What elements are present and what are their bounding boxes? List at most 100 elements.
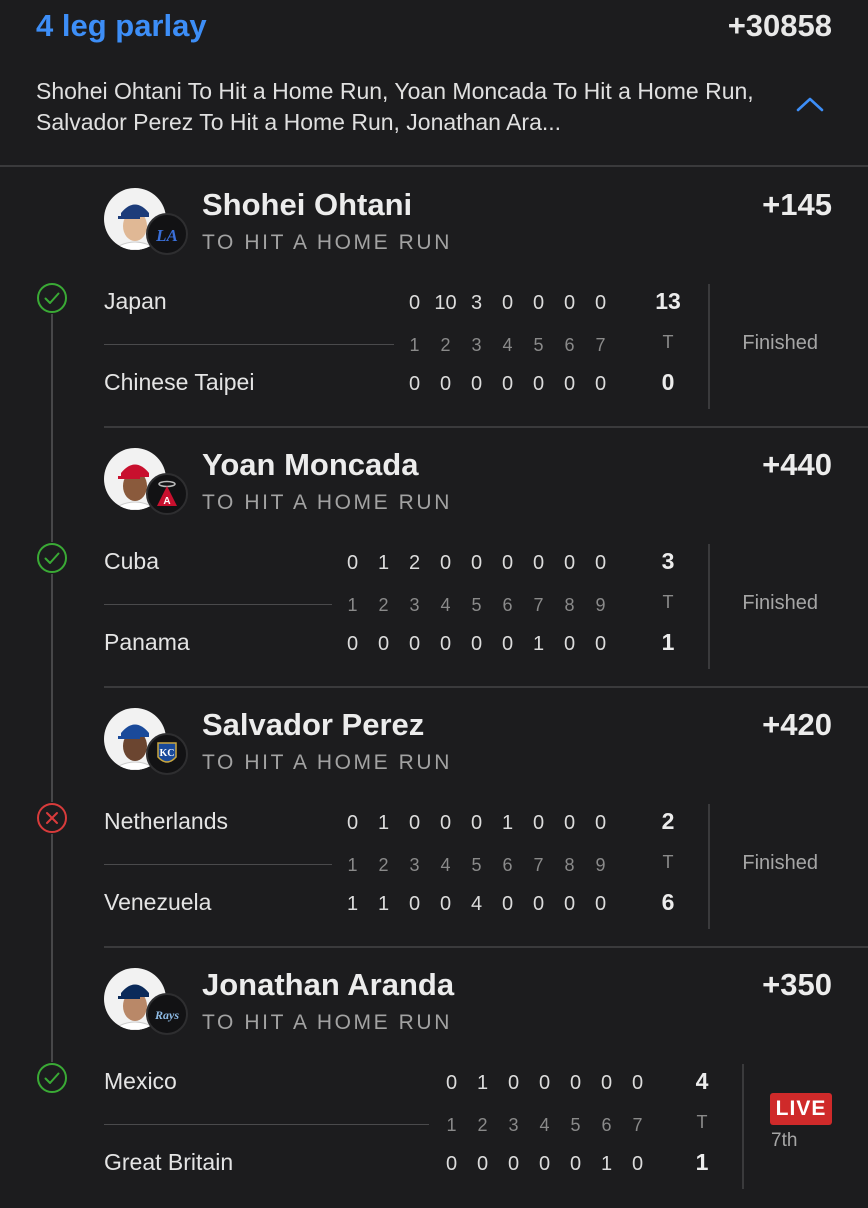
rays-logo-icon: Rays [146, 993, 188, 1035]
away-inning-score: 0 [631, 1152, 644, 1175]
inning-number: 7 [533, 854, 544, 875]
parlay-odds: +30858 [727, 8, 832, 43]
score-divider [104, 604, 332, 605]
away-inning-score: 1 [600, 1152, 613, 1175]
market-label: TO HIT A HOME RUN [202, 231, 452, 254]
game-status: Finished [742, 332, 818, 354]
home-inning-score: 0 [631, 1071, 644, 1094]
home-linescore: 0 1 0 0 0 1 0 0 0 [337, 808, 616, 838]
home-team: Japan [104, 288, 167, 314]
inning-number: 6 [502, 854, 513, 875]
home-inning-score: 0 [532, 551, 545, 574]
inning-number: 9 [595, 594, 606, 615]
home-inning-score: 1 [501, 811, 514, 834]
player-name: Yoan Moncada [202, 447, 419, 482]
away-inning-score: 0 [501, 372, 514, 395]
home-inning-score: 0 [346, 551, 359, 574]
home-inning-score: 1 [476, 1071, 489, 1094]
away-inning-score: 0 [507, 1152, 520, 1175]
home-inning-score: 2 [408, 551, 421, 574]
market-label: TO HIT A HOME RUN [202, 491, 452, 514]
svg-text:LA: LA [155, 226, 178, 245]
status-divider [708, 284, 710, 409]
player-name: Shohei Ohtani [202, 187, 413, 222]
inning-numbers: 1 2 3 4 5 6 7 8 9 [337, 590, 616, 620]
away-inning-score: 0 [346, 632, 359, 655]
home-inning-score: 0 [563, 551, 576, 574]
check-icon [36, 542, 68, 574]
leg-card[interactable]: LA Shohei Ohtani TO HIT A HOME RUN +145 … [0, 168, 868, 428]
away-inning-score: 0 [377, 632, 390, 655]
inning-number: 2 [477, 1114, 488, 1135]
home-inning-score: 0 [563, 811, 576, 834]
home-inning-score: 0 [594, 551, 607, 574]
game-status: Finished [742, 592, 818, 614]
total-label: T [662, 332, 674, 352]
header-divider [0, 165, 868, 167]
home-inning-score: 0 [439, 811, 452, 834]
home-inning-score: 1 [377, 811, 390, 834]
away-linescore: 0 0 0 0 0 0 1 0 0 [337, 629, 616, 659]
away-total: 1 [695, 1149, 709, 1175]
inning-numbers: 1 2 3 4 5 6 7 [399, 330, 616, 360]
home-linescore: 0 1 0 0 0 0 0 [436, 1068, 653, 1098]
game-status: Finished [742, 852, 818, 874]
leg-card[interactable]: Rays Jonathan Aranda TO HIT A HOME RUN +… [0, 948, 868, 1208]
away-inning-score: 0 [532, 892, 545, 915]
inning-number: 4 [440, 854, 451, 875]
chevron-up-icon[interactable] [796, 96, 824, 112]
svg-text:Rays: Rays [154, 1008, 179, 1022]
home-linescore: 0 10 3 0 0 0 0 [399, 288, 616, 318]
status-divider [708, 544, 710, 669]
total-label: T [696, 1112, 708, 1132]
inning-number: 5 [570, 1114, 581, 1135]
home-total: 2 [661, 808, 675, 834]
market-label: TO HIT A HOME RUN [202, 1011, 452, 1034]
player-name: Salvador Perez [202, 707, 425, 742]
away-total: 6 [661, 889, 675, 915]
inning-number: 3 [471, 334, 482, 355]
status-divider [742, 1064, 744, 1189]
inning-number: 2 [378, 854, 389, 875]
leg-card[interactable]: A Yoan Moncada TO HIT A HOME RUN +440 Cu… [0, 428, 868, 688]
away-inning-score: 0 [408, 892, 421, 915]
away-inning-score: 0 [501, 892, 514, 915]
score-divider [104, 344, 394, 345]
home-team: Mexico [104, 1068, 177, 1094]
total-label: T [662, 592, 674, 612]
dodgers-logo-icon: LA [146, 213, 188, 255]
svg-text:A: A [163, 496, 170, 507]
inning-number: 1 [347, 854, 358, 875]
inning-number: 1 [409, 334, 420, 355]
player-name: Jonathan Aranda [202, 967, 455, 1002]
away-team: Panama [104, 629, 190, 655]
away-team: Great Britain [104, 1149, 234, 1175]
away-inning-score: 0 [439, 892, 452, 915]
away-inning-score: 0 [594, 892, 607, 915]
away-inning-score: 0 [501, 632, 514, 655]
svg-text:KC: KC [160, 748, 175, 759]
home-inning-score: 0 [501, 551, 514, 574]
home-inning-score: 0 [569, 1071, 582, 1094]
home-inning-score: 0 [600, 1071, 613, 1094]
leg-card[interactable]: KC Salvador Perez TO HIT A HOME RUN +420… [0, 688, 868, 948]
inning-number: 3 [508, 1114, 519, 1135]
home-inning-score: 0 [501, 291, 514, 314]
leg-odds: +145 [762, 187, 832, 222]
home-inning-score: 0 [538, 1071, 551, 1094]
away-inning-score: 0 [563, 892, 576, 915]
score-divider [104, 864, 332, 865]
inning-number: 7 [533, 594, 544, 615]
away-linescore: 0 0 0 0 0 1 0 [436, 1149, 653, 1179]
away-inning-score: 0 [445, 1152, 458, 1175]
inning-number: 8 [564, 594, 575, 615]
home-inning-score: 0 [346, 811, 359, 834]
away-inning-score: 0 [538, 1152, 551, 1175]
home-inning-score: 0 [470, 551, 483, 574]
away-inning-score: 0 [470, 372, 483, 395]
home-total: 3 [661, 548, 675, 574]
away-inning-score: 1 [377, 892, 390, 915]
home-team: Netherlands [104, 808, 229, 834]
home-team: Cuba [104, 548, 159, 574]
home-inning-score: 0 [532, 291, 545, 314]
